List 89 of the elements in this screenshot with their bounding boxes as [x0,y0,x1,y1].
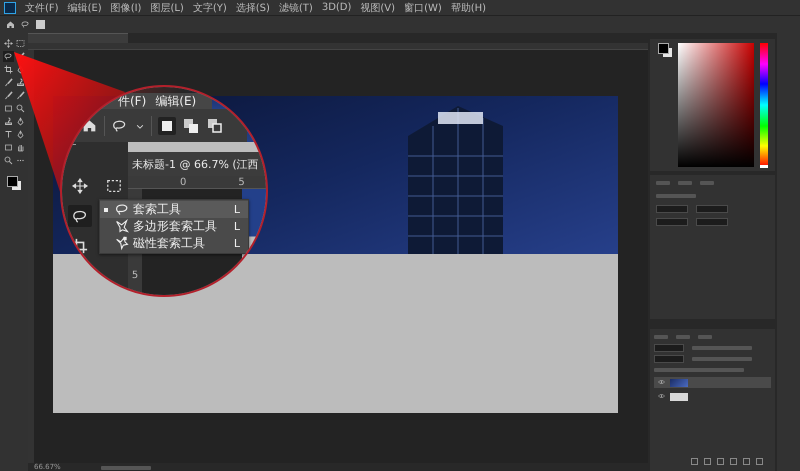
selected-bullet-icon [104,208,108,212]
hue-slider-thumb[interactable] [760,165,768,168]
layer-thumbnail [670,378,688,386]
zoom-tool-button[interactable] [2,155,14,166]
magnet-lasso-icon [115,236,130,251]
crop-tool-button[interactable] [2,64,14,75]
ruler-mark: 0 [180,177,186,188]
label-bar [656,194,696,198]
menu-item[interactable]: 窗口(W) [404,0,442,14]
input-field[interactable] [696,205,728,213]
menu-item[interactable]: 文字(Y) [192,0,227,14]
menu-item[interactable]: 图像(I) [110,0,142,14]
rect-icon [4,104,12,113]
color-swatches-icon[interactable] [4,174,24,192]
crop-icon [4,65,12,74]
marquee-tool-button[interactable] [14,38,26,49]
brush-icon [16,91,24,100]
menu-item[interactable]: 图层(L) [150,0,184,14]
rect-tool-button[interactable] [2,142,14,153]
input-field[interactable] [656,218,688,226]
lasso-tool-button[interactable] [68,205,92,227]
layer-thumbnail [670,392,688,400]
input-field[interactable] [654,344,684,352]
eye-icon [658,379,665,386]
color-picker-field[interactable] [678,43,754,167]
pen-tool-button[interactable] [14,129,26,140]
brush-icon [4,78,12,87]
zoom-icon [16,104,24,113]
document-tab[interactable]: 未标题-1 @ 66.7% (江西 [128,152,266,176]
polygon-lasso-icon [115,219,130,234]
eye-icon [658,393,665,400]
lasso-icon [112,118,128,134]
flyout-menu-item[interactable]: 磁性套索工具 L [100,235,248,252]
menu-item[interactable]: 件(F) [118,92,146,110]
lasso-tool-button[interactable] [2,51,14,62]
lasso-icon [115,202,130,217]
pen-icon [16,130,24,139]
text-icon [4,130,12,139]
input-field[interactable] [696,218,728,226]
ruler-mark: 5 [238,177,245,188]
input-field[interactable] [654,355,684,363]
label-bar [100,466,151,470]
rect-icon [4,143,12,152]
lasso-icon [21,20,30,29]
flyout-menu-item[interactable]: 套索工具 L [100,201,248,218]
menu-item[interactable]: 选择(S) [236,0,270,14]
zoom-icon [4,156,12,165]
input-field[interactable] [656,205,688,213]
move-icon [4,39,12,48]
overlap-squares-icon [184,118,198,132]
home-icon [6,20,15,29]
menu-item[interactable]: 编辑(E) [155,92,196,110]
app-logo-icon [4,2,16,14]
marquee-icon [16,39,24,48]
hand-icon [16,143,24,152]
pen-icon [16,117,24,126]
flyout-menu-item[interactable]: 多边形套索工具 L [100,218,248,235]
label-bar [692,346,752,350]
menu-item[interactable]: 视图(V) [360,0,396,14]
move-tool-button[interactable] [2,38,14,49]
zoom-tool-button[interactable] [14,103,26,114]
text-tool-button[interactable] [2,129,14,140]
menu-item[interactable]: 帮助(H) [450,0,486,14]
subtract-selection-button[interactable] [206,116,224,134]
brush-icon [4,91,12,100]
rect-tool-button[interactable] [2,103,14,114]
brush-tool-button[interactable] [2,90,14,101]
menu-item[interactable]: 3D(D) [322,2,352,13]
menu-item[interactable]: 编辑(E) [68,0,102,14]
brush-tool-button[interactable] [2,77,14,88]
stamp-tool-button[interactable] [2,116,14,127]
stamp-icon [4,117,12,126]
pen-tool-button[interactable] [14,116,26,127]
label-bar [692,357,752,361]
lasso-icon [4,52,12,61]
color-swatches-icon[interactable] [658,43,672,57]
stamp-tool-button[interactable] [14,77,26,88]
move-icon [72,178,88,194]
home-icon [82,118,96,133]
brush-tool-button[interactable] [14,90,26,101]
marquee-icon [106,178,122,194]
ruler-mark: 5 [132,270,138,281]
menu-item[interactable]: 滤镜(T) [278,0,313,14]
new-selection-button[interactable] [158,116,176,134]
menu-item[interactable]: 文件(F) [25,0,59,14]
add-selection-button[interactable] [182,116,200,134]
stamp-icon [16,78,24,87]
hue-slider[interactable] [760,43,768,167]
overlap-squares-icon [208,118,222,132]
